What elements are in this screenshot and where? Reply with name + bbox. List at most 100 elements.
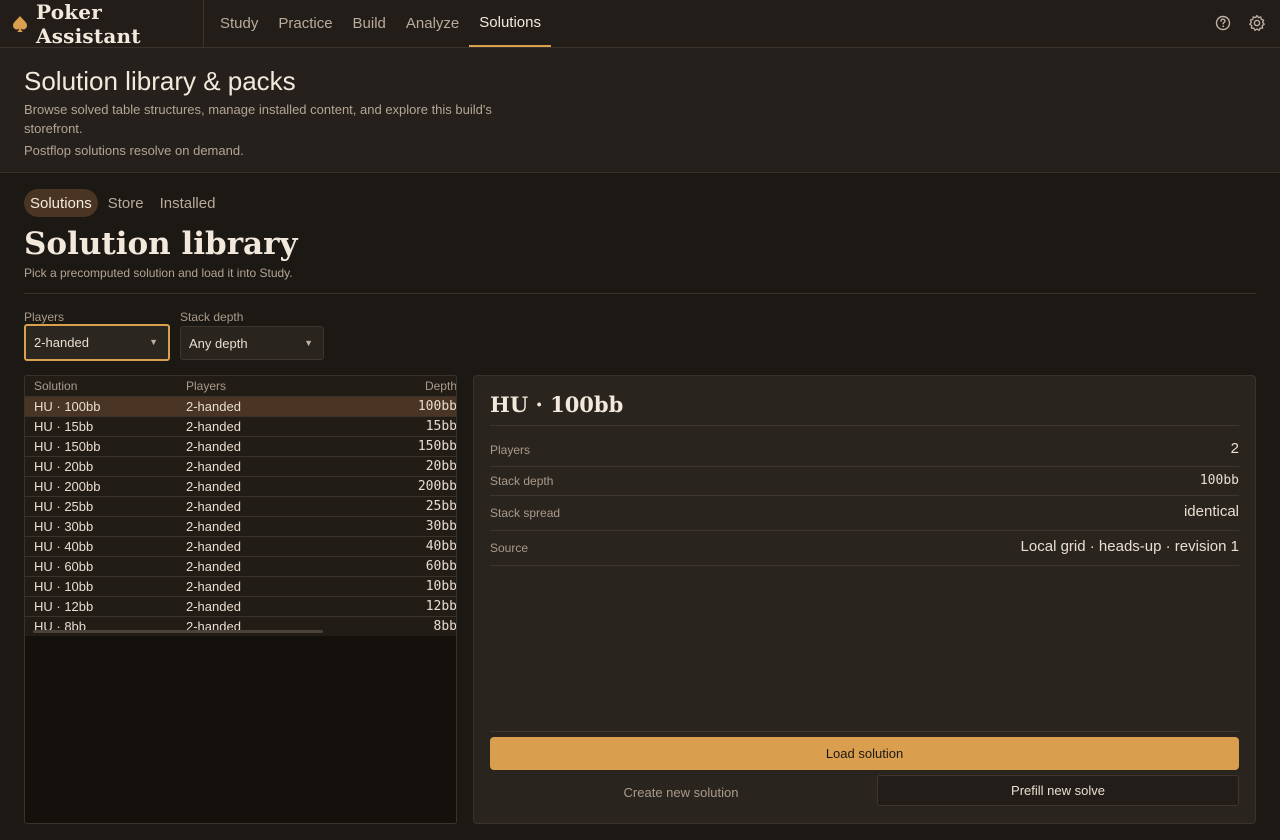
cell-depth: 100bb: [417, 399, 457, 414]
nav-study[interactable]: Study: [210, 0, 268, 47]
cell-players: 2-handed: [186, 499, 241, 514]
divider: [490, 466, 1239, 467]
chevron-down-icon: ▼: [304, 338, 313, 348]
nav-build[interactable]: Build: [343, 0, 396, 47]
table-row[interactable]: HU · 150bb 2-handed 150bb: [25, 436, 457, 456]
solutions-table-scroll-area[interactable]: Solution Players Depth HU · 100bb 2-hande…: [25, 376, 457, 636]
cell-players: 2-handed: [186, 419, 241, 434]
cell-depth: 12bb: [425, 599, 457, 614]
nav-analyze[interactable]: Analyze: [396, 0, 469, 47]
tab-store[interactable]: Store: [102, 189, 150, 217]
cell-players: 2-handed: [186, 619, 241, 634]
table-header: Solution Players Depth: [25, 376, 456, 396]
tab-solutions[interactable]: Solutions: [24, 189, 98, 217]
detail-label: Players: [490, 443, 531, 457]
cell-depth: 40bb: [425, 539, 457, 554]
cell-depth: 8bb: [433, 619, 457, 634]
cell-solution: HU · 10bb: [34, 579, 94, 594]
page-header: Solution library & packs Browse solved t…: [0, 48, 1280, 173]
stack-depth-filter-label: Stack depth: [180, 310, 244, 324]
detail-value: Local grid · heads-up · revision 1: [1020, 538, 1239, 555]
stack-depth-select-value: Any depth: [189, 335, 248, 351]
table-row[interactable]: HU · 8bb 2-handed 8bb: [25, 616, 457, 636]
chevron-down-icon: ▼: [149, 337, 158, 347]
brand[interactable]: Poker Assistant: [0, 0, 204, 48]
column-header-solution[interactable]: Solution: [25, 376, 177, 396]
detail-label: Source: [490, 541, 529, 555]
detail-row-stack-spread: Stack spread identical: [490, 503, 1239, 523]
detail-label: Stack spread: [490, 506, 561, 520]
create-new-solution-button[interactable]: Create new solution: [490, 777, 872, 807]
detail-label: Stack depth: [490, 474, 554, 488]
cell-depth: 25bb: [425, 499, 457, 514]
page-description: Browse solved table structures, manage i…: [24, 102, 492, 136]
cell-solution: HU · 200bb: [34, 479, 101, 494]
table-row[interactable]: HU · 25bb 2-handed 25bb: [25, 496, 457, 516]
cell-solution: HU · 30bb: [34, 519, 94, 534]
cell-players: 2-handed: [186, 559, 241, 574]
section-tabs: Solutions Store Installed: [24, 189, 221, 217]
table-row[interactable]: HU · 60bb 2-handed 60bb: [25, 556, 457, 576]
cell-solution: HU · 40bb: [34, 539, 94, 554]
section-title: Solution library: [24, 226, 298, 262]
detail-value: 2: [1230, 440, 1239, 457]
cell-players: 2-handed: [186, 579, 241, 594]
cell-depth: 20bb: [425, 459, 457, 474]
divider: [490, 425, 1239, 426]
top-nav-bar: Poker Assistant Study Practice Build Ana…: [0, 0, 1280, 48]
table-row[interactable]: HU · 12bb 2-handed 12bb: [25, 596, 457, 616]
nav-practice[interactable]: Practice: [268, 0, 342, 47]
detail-value: 100bb: [1199, 473, 1239, 488]
divider: [490, 731, 1239, 732]
table-row[interactable]: HU · 200bb 2-handed 200bb: [25, 476, 457, 496]
table-row[interactable]: HU · 100bb 2-handed 100bb: [25, 396, 457, 416]
detail-title: HU · 100bb: [490, 392, 624, 417]
column-header-depth[interactable]: Depth: [327, 376, 456, 396]
load-solution-button[interactable]: Load solution: [490, 737, 1239, 770]
horizontal-scrollbar[interactable]: [33, 630, 323, 633]
players-select-value: 2-handed: [34, 335, 89, 350]
cell-solution: HU · 8bb: [34, 619, 87, 634]
detail-row-stack-depth: Stack depth 100bb: [490, 471, 1239, 491]
cell-solution: HU · 25bb: [34, 499, 94, 514]
divider: [490, 530, 1239, 531]
table-row[interactable]: HU · 20bb 2-handed 20bb: [25, 456, 457, 476]
section-subtitle: Pick a precomputed solution and load it …: [24, 266, 293, 280]
cell-players: 2-handed: [186, 399, 241, 414]
app-title: Poker Assistant: [36, 0, 141, 48]
table-row[interactable]: HU · 30bb 2-handed 30bb: [25, 516, 456, 536]
table-row[interactable]: HU · 40bb 2-handed 40bb: [25, 536, 457, 556]
cell-depth: 150bb: [417, 439, 457, 454]
cell-players: 2-handed: [186, 599, 241, 614]
cell-depth: 10bb: [425, 579, 457, 594]
column-header-players[interactable]: Players: [177, 376, 327, 396]
nav-solutions[interactable]: Solutions: [469, 0, 551, 47]
cell-depth: 60bb: [425, 559, 457, 574]
detail-row-source: Source Local grid · heads-up · revision …: [490, 538, 1239, 558]
cell-players: 2-handed: [186, 479, 241, 494]
page-title: Solution library & packs: [24, 66, 296, 96]
divider: [24, 293, 1256, 294]
cell-players: 2-handed: [186, 459, 241, 474]
table-row[interactable]: HU · 10bb 2-handed 10bb: [25, 576, 457, 596]
solutions-table: Solution Players Depth HU · 100bb 2-hande…: [24, 375, 457, 824]
cell-depth: 15bb: [425, 419, 457, 434]
gear-icon[interactable]: [1248, 14, 1266, 32]
spade-icon: [12, 15, 28, 33]
prefill-new-solve-button[interactable]: Prefill new solve: [877, 775, 1239, 806]
detail-value: identical: [1183, 503, 1239, 520]
divider: [490, 495, 1239, 496]
help-circle-icon[interactable]: [1214, 14, 1232, 32]
table-row[interactable]: HU · 15bb 2-handed 15bb: [25, 416, 457, 436]
top-icons: [1214, 14, 1266, 32]
players-filter-label: Players: [24, 310, 65, 324]
stack-depth-select[interactable]: Any depth ▼: [180, 326, 324, 360]
cell-solution: HU · 150bb: [34, 439, 101, 454]
page-note: Postflop solutions resolve on demand.: [24, 143, 244, 158]
players-select[interactable]: 2-handed ▼: [24, 324, 170, 361]
cell-depth: 200bb: [417, 479, 457, 494]
tab-installed[interactable]: Installed: [154, 189, 222, 217]
main-nav: Study Practice Build Analyze Solutions: [210, 0, 551, 47]
cell-solution: HU · 20bb: [34, 459, 94, 474]
cell-solution: HU · 15bb: [34, 419, 94, 434]
